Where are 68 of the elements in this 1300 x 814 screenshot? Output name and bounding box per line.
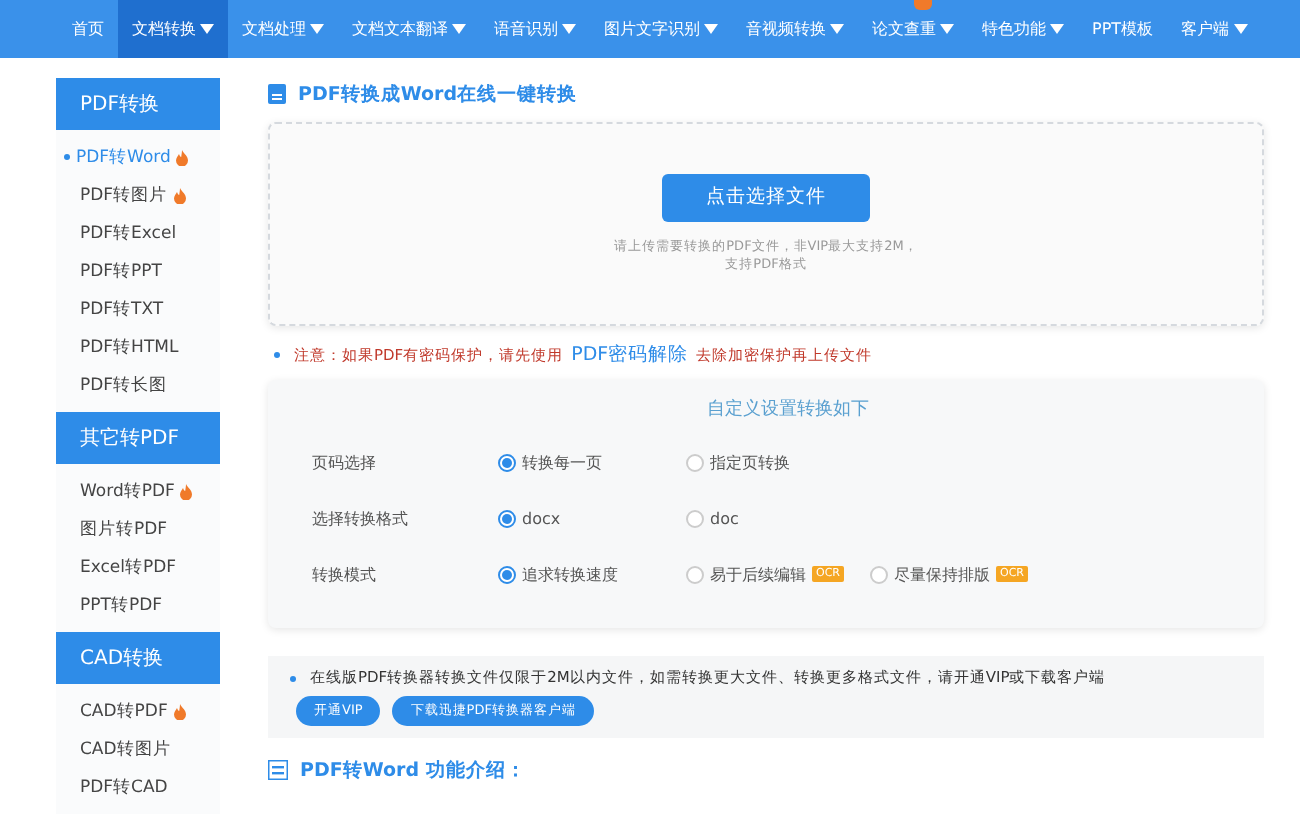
- bullet-icon: [274, 352, 280, 358]
- sidebar-item[interactable]: PPT转PDF: [56, 586, 220, 624]
- bullet-icon: [64, 154, 70, 160]
- document-icon: [268, 84, 286, 104]
- nav-item[interactable]: 论文查重: [858, 0, 968, 58]
- radio-button[interactable]: [686, 453, 704, 471]
- radio-button[interactable]: [498, 453, 516, 471]
- select-file-button[interactable]: 点击选择文件: [662, 173, 870, 222]
- nav-item[interactable]: 音视频转换: [732, 0, 858, 58]
- nav-item[interactable]: 特色功能: [968, 0, 1078, 58]
- caret-icon: [940, 24, 954, 34]
- sidebar-item[interactable]: PDF转长图: [56, 366, 220, 404]
- radio-button[interactable]: [498, 565, 516, 583]
- sidebar-item[interactable]: 图片转PDF: [56, 510, 220, 548]
- flame-icon: [173, 703, 186, 719]
- option-label: doc: [710, 509, 739, 527]
- sidebar-heading: PDF转换: [56, 78, 220, 130]
- nav-item[interactable]: 图片文字识别: [590, 0, 732, 58]
- flame-icon: [180, 483, 193, 499]
- caret-icon: [1233, 24, 1248, 34]
- option-label: 转换每一页: [522, 451, 602, 473]
- caret-icon: [200, 24, 214, 34]
- sidebar-item[interactable]: CAD转图片: [56, 730, 220, 768]
- intro-title: PDF转Word 功能介绍：: [300, 757, 526, 783]
- caret-icon: [562, 24, 576, 34]
- radio-button[interactable]: [498, 509, 516, 527]
- caret-icon: [452, 24, 466, 34]
- nav-item[interactable]: 文档处理: [228, 0, 338, 58]
- settings-title: 自定义设置转换如下: [705, 397, 871, 422]
- sidebar-item[interactable]: PDF转Word: [56, 138, 220, 176]
- nav-item[interactable]: 首页: [58, 0, 118, 58]
- nav-item[interactable]: 文档文本翻译: [338, 0, 480, 58]
- nav-item[interactable]: PPT模板: [1078, 0, 1168, 58]
- sidebar-item[interactable]: PDF转HTML: [56, 328, 220, 366]
- sidebar-item[interactable]: PDF转图片: [56, 176, 220, 214]
- caret-icon: [830, 24, 844, 34]
- sidebar-item[interactable]: PDF转Excel: [56, 214, 220, 252]
- caret-icon: [704, 24, 718, 34]
- nav-item[interactable]: 语音识别: [480, 0, 590, 58]
- flame-icon: [176, 149, 189, 165]
- option-label: docx: [522, 509, 561, 527]
- setting-label: 页码选择: [312, 451, 378, 473]
- sidebar-item[interactable]: PDF转CAD: [56, 768, 220, 806]
- caret-icon: [310, 24, 324, 34]
- password-remove-link[interactable]: PDF密码解除: [571, 342, 689, 368]
- sidebar-item[interactable]: Excel转PDF: [56, 548, 220, 586]
- radio-button[interactable]: [686, 509, 704, 527]
- nav-item[interactable]: 客户端: [1167, 0, 1262, 58]
- sidebar-item[interactable]: PDF转PPT: [56, 252, 220, 290]
- caret-icon: [1050, 24, 1064, 34]
- option-label: 追求转换速度: [522, 563, 618, 585]
- option-label: 尽量保持排版: [894, 563, 990, 585]
- nav-item[interactable]: 文档转换: [118, 0, 228, 58]
- setting-label: 转换模式: [312, 563, 378, 585]
- radio-button[interactable]: [686, 565, 704, 583]
- radio-button[interactable]: [870, 565, 888, 583]
- setting-label: 选择转换格式: [312, 507, 410, 529]
- sidebar-item[interactable]: Word转PDF: [56, 472, 220, 510]
- option-label: 易于后续编辑: [710, 563, 806, 585]
- sidebar-heading: CAD转换: [56, 632, 220, 684]
- page-title: PDF转换成Word在线一键转换: [298, 81, 577, 107]
- sidebar-item[interactable]: CAD转PDF: [56, 692, 220, 730]
- list-icon: [268, 760, 288, 780]
- sidebar-heading: 其它转PDF: [56, 412, 220, 464]
- sidebar-item[interactable]: PDF转TXT: [56, 290, 220, 328]
- flame-icon: [173, 187, 186, 203]
- bullet-icon: [290, 675, 296, 681]
- option-label: 指定页转换: [710, 451, 790, 473]
